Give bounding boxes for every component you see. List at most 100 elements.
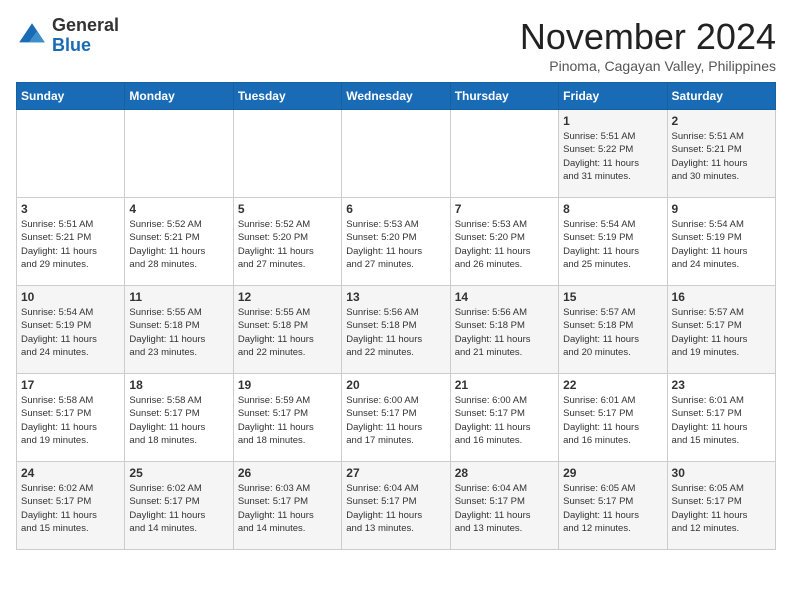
col-header-wednesday: Wednesday	[342, 83, 450, 110]
day-number: 9	[672, 202, 771, 216]
calendar-cell: 30 Sunrise: 6:05 AM Sunset: 5:17 PM Dayli…	[667, 462, 775, 550]
day-number: 4	[129, 202, 228, 216]
calendar-cell: 6 Sunrise: 5:53 AM Sunset: 5:20 PM Daylig…	[342, 198, 450, 286]
calendar-cell: 23 Sunrise: 6:01 AM Sunset: 5:17 PM Dayli…	[667, 374, 775, 462]
day-number: 3	[21, 202, 120, 216]
day-info: Sunrise: 5:56 AM Sunset: 5:18 PM Dayligh…	[346, 306, 445, 359]
col-header-friday: Friday	[559, 83, 667, 110]
location: Pinoma, Cagayan Valley, Philippines	[520, 58, 776, 74]
calendar-cell: 11Sunrise: 5:55 AM Sunset: 5:18 PM Dayli…	[125, 286, 233, 374]
col-header-saturday: Saturday	[667, 83, 775, 110]
day-info: Sunrise: 5:55 AM Sunset: 5:18 PM Dayligh…	[238, 306, 337, 359]
calendar-week-3: 10 Sunrise: 5:54 AM Sunset: 5:19 PM Dayli…	[17, 286, 776, 374]
day-number: 12	[238, 290, 337, 304]
day-info: Sunrise: 5:52 AM Sunset: 5:21 PM Dayligh…	[129, 218, 228, 271]
day-number: 30	[672, 466, 771, 480]
day-number: 19	[238, 378, 337, 392]
day-info: Sunrise: 5:58 AM Sunset: 5:17 PM Dayligh…	[21, 394, 120, 447]
day-info: Sunrise: 6:05 AM Sunset: 5:17 PM Dayligh…	[672, 482, 771, 535]
day-info: Sunrise: 5:52 AM Sunset: 5:20 PM Dayligh…	[238, 218, 337, 271]
day-info: Sunrise: 5:55 AM Sunset: 5:18 PM Dayligh…	[129, 306, 228, 359]
page-header: General Blue November 2024 Pinoma, Cagay…	[16, 16, 776, 74]
calendar-cell	[233, 110, 341, 198]
day-info: Sunrise: 6:01 AM Sunset: 5:17 PM Dayligh…	[672, 394, 771, 447]
calendar-cell: 8Sunrise: 5:54 AM Sunset: 5:19 PM Daylig…	[559, 198, 667, 286]
day-info: Sunrise: 5:58 AM Sunset: 5:17 PM Dayligh…	[129, 394, 228, 447]
calendar-cell: 1Sunrise: 5:51 AM Sunset: 5:22 PM Daylig…	[559, 110, 667, 198]
day-number: 17	[21, 378, 120, 392]
day-number: 25	[129, 466, 228, 480]
calendar-cell	[450, 110, 558, 198]
day-info: Sunrise: 6:00 AM Sunset: 5:17 PM Dayligh…	[346, 394, 445, 447]
month-title: November 2024	[520, 16, 776, 58]
calendar-week-1: 1Sunrise: 5:51 AM Sunset: 5:22 PM Daylig…	[17, 110, 776, 198]
day-info: Sunrise: 5:54 AM Sunset: 5:19 PM Dayligh…	[563, 218, 662, 271]
day-info: Sunrise: 5:54 AM Sunset: 5:19 PM Dayligh…	[672, 218, 771, 271]
day-number: 24	[21, 466, 120, 480]
calendar-cell: 29Sunrise: 6:05 AM Sunset: 5:17 PM Dayli…	[559, 462, 667, 550]
day-number: 15	[563, 290, 662, 304]
calendar-cell: 10 Sunrise: 5:54 AM Sunset: 5:19 PM Dayli…	[17, 286, 125, 374]
calendar-cell: 7 Sunrise: 5:53 AM Sunset: 5:20 PM Daylig…	[450, 198, 558, 286]
day-info: Sunrise: 6:04 AM Sunset: 5:17 PM Dayligh…	[346, 482, 445, 535]
day-info: Sunrise: 6:00 AM Sunset: 5:17 PM Dayligh…	[455, 394, 554, 447]
title-block: November 2024 Pinoma, Cagayan Valley, Ph…	[520, 16, 776, 74]
calendar-cell: 26 Sunrise: 6:03 AM Sunset: 5:17 PM Dayli…	[233, 462, 341, 550]
day-number: 23	[672, 378, 771, 392]
calendar-week-5: 24 Sunrise: 6:02 AM Sunset: 5:17 PM Dayli…	[17, 462, 776, 550]
day-number: 18	[129, 378, 228, 392]
calendar-cell: 3Sunrise: 5:51 AM Sunset: 5:21 PM Daylig…	[17, 198, 125, 286]
calendar-cell: 15 Sunrise: 5:57 AM Sunset: 5:18 PM Dayli…	[559, 286, 667, 374]
day-number: 10	[21, 290, 120, 304]
day-info: Sunrise: 5:57 AM Sunset: 5:18 PM Dayligh…	[563, 306, 662, 359]
day-number: 26	[238, 466, 337, 480]
calendar-cell: 22Sunrise: 6:01 AM Sunset: 5:17 PM Dayli…	[559, 374, 667, 462]
day-number: 2	[672, 114, 771, 128]
day-info: Sunrise: 5:53 AM Sunset: 5:20 PM Dayligh…	[346, 218, 445, 271]
day-info: Sunrise: 6:05 AM Sunset: 5:17 PM Dayligh…	[563, 482, 662, 535]
calendar-cell: 27 Sunrise: 6:04 AM Sunset: 5:17 PM Dayli…	[342, 462, 450, 550]
calendar-cell: 24 Sunrise: 6:02 AM Sunset: 5:17 PM Dayli…	[17, 462, 125, 550]
calendar-week-4: 17 Sunrise: 5:58 AM Sunset: 5:17 PM Dayli…	[17, 374, 776, 462]
day-number: 7	[455, 202, 554, 216]
col-header-thursday: Thursday	[450, 83, 558, 110]
day-number: 5	[238, 202, 337, 216]
logo-icon	[16, 20, 48, 52]
calendar-cell: 20 Sunrise: 6:00 AM Sunset: 5:17 PM Dayli…	[342, 374, 450, 462]
day-info: Sunrise: 6:04 AM Sunset: 5:17 PM Dayligh…	[455, 482, 554, 535]
day-number: 28	[455, 466, 554, 480]
col-header-sunday: Sunday	[17, 83, 125, 110]
day-info: Sunrise: 5:54 AM Sunset: 5:19 PM Dayligh…	[21, 306, 120, 359]
day-number: 6	[346, 202, 445, 216]
day-info: Sunrise: 5:53 AM Sunset: 5:20 PM Dayligh…	[455, 218, 554, 271]
day-number: 13	[346, 290, 445, 304]
calendar-cell: 9 Sunrise: 5:54 AM Sunset: 5:19 PM Daylig…	[667, 198, 775, 286]
day-info: Sunrise: 6:02 AM Sunset: 5:17 PM Dayligh…	[129, 482, 228, 535]
day-number: 1	[563, 114, 662, 128]
day-info: Sunrise: 5:56 AM Sunset: 5:18 PM Dayligh…	[455, 306, 554, 359]
calendar-cell: 19Sunrise: 5:59 AM Sunset: 5:17 PM Dayli…	[233, 374, 341, 462]
calendar-cell	[17, 110, 125, 198]
day-info: Sunrise: 6:02 AM Sunset: 5:17 PM Dayligh…	[21, 482, 120, 535]
calendar-cell: 12 Sunrise: 5:55 AM Sunset: 5:18 PM Dayli…	[233, 286, 341, 374]
calendar-cell: 14Sunrise: 5:56 AM Sunset: 5:18 PM Dayli…	[450, 286, 558, 374]
col-header-monday: Monday	[125, 83, 233, 110]
day-number: 16	[672, 290, 771, 304]
day-info: Sunrise: 6:03 AM Sunset: 5:17 PM Dayligh…	[238, 482, 337, 535]
calendar-cell	[342, 110, 450, 198]
calendar-cell: 18 Sunrise: 5:58 AM Sunset: 5:17 PM Dayli…	[125, 374, 233, 462]
calendar-header-row: SundayMondayTuesdayWednesdayThursdayFrid…	[17, 83, 776, 110]
day-info: Sunrise: 6:01 AM Sunset: 5:17 PM Dayligh…	[563, 394, 662, 447]
calendar-cell: 2Sunrise: 5:51 AM Sunset: 5:21 PM Daylig…	[667, 110, 775, 198]
calendar-cell: 25 Sunrise: 6:02 AM Sunset: 5:17 PM Dayli…	[125, 462, 233, 550]
col-header-tuesday: Tuesday	[233, 83, 341, 110]
logo: General Blue	[16, 16, 119, 56]
calendar-cell: 21Sunrise: 6:00 AM Sunset: 5:17 PM Dayli…	[450, 374, 558, 462]
calendar-cell: 13 Sunrise: 5:56 AM Sunset: 5:18 PM Dayli…	[342, 286, 450, 374]
calendar-table: SundayMondayTuesdayWednesdayThursdayFrid…	[16, 82, 776, 550]
calendar-cell: 5 Sunrise: 5:52 AM Sunset: 5:20 PM Daylig…	[233, 198, 341, 286]
day-number: 27	[346, 466, 445, 480]
day-number: 20	[346, 378, 445, 392]
calendar-cell: 28 Sunrise: 6:04 AM Sunset: 5:17 PM Dayli…	[450, 462, 558, 550]
calendar-cell: 4 Sunrise: 5:52 AM Sunset: 5:21 PM Daylig…	[125, 198, 233, 286]
